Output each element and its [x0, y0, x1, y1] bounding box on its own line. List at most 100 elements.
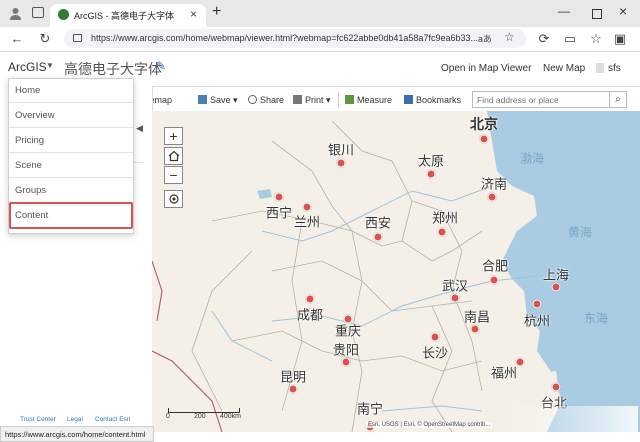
share-label: Share: [260, 95, 285, 105]
trust-center-link[interactable]: Trust Center: [20, 416, 56, 423]
city-label-xining: 西宁: [265, 206, 293, 222]
city-label-changsha: 长沙: [421, 346, 449, 362]
locate-button[interactable]: [164, 190, 183, 208]
collections-icon[interactable]: ▣: [612, 29, 628, 49]
url-text: https://www.arcgis.com/home/webmap/viewe…: [91, 33, 478, 43]
city-label-chengdu: 成都: [296, 308, 324, 324]
tab-close-icon[interactable]: ×: [190, 7, 197, 21]
search-input[interactable]: [472, 91, 610, 108]
city-dot-guiyang: [341, 357, 351, 367]
avatar[interactable]: [596, 63, 604, 73]
city-dot-taiyuan: [426, 169, 436, 179]
chevron-down-icon[interactable]: ▼: [46, 61, 54, 70]
user-name[interactable]: sfs: [608, 63, 621, 74]
city-dot-beijing: [479, 134, 489, 144]
toolbar-divider: [338, 93, 339, 107]
bookmarks-button[interactable]: Bookmarks: [404, 92, 461, 108]
menu-item-home[interactable]: Home: [9, 79, 133, 103]
arcgis-favicon-icon: [58, 9, 69, 20]
favorites-bar-icon[interactable]: ☆: [588, 29, 604, 49]
city-dot-xian: [373, 232, 383, 242]
save-button[interactable]: Save ▾: [198, 92, 238, 108]
open-in-map-viewer-link[interactable]: Open in Map Viewer: [441, 63, 531, 74]
contact-esri-link[interactable]: Contact Esri: [95, 416, 130, 423]
city-label-beijing: 北京: [470, 117, 498, 133]
home-icon: [168, 150, 179, 162]
bookmarks-label: Bookmarks: [416, 95, 462, 105]
tab-actions-icon[interactable]: [32, 7, 44, 18]
city-label-shanghai: 上海: [542, 268, 570, 284]
bookmarks-icon: [404, 95, 413, 104]
save-icon: [198, 95, 207, 104]
share-button[interactable]: Share: [248, 92, 284, 108]
city-label-nanning: 南宁: [356, 402, 384, 418]
menu-item-scene[interactable]: Scene: [9, 154, 133, 178]
zoom-out-button[interactable]: −: [164, 166, 183, 184]
url-field[interactable]: https://www.arcgis.com/home/webmap/viewe…: [64, 29, 526, 48]
city-label-hefei: 合肥: [481, 259, 509, 275]
address-bar: ← ↻ https://www.arcgis.com/home/webmap/v…: [0, 27, 640, 52]
tab-title: ArcGIS - 高德电子大字体: [74, 11, 175, 21]
qinghai-lake: [257, 189, 272, 199]
favorite-icon[interactable]: ☆: [504, 30, 515, 44]
measure-button[interactable]: Measure: [345, 92, 392, 108]
map-title: 高德电子大字体: [64, 62, 162, 78]
city-label-zhengzhou: 郑州: [431, 211, 459, 227]
home-button[interactable]: [164, 147, 183, 165]
map-view[interactable]: 渤海 黄海 东海 北京 银川 太原 济南 西宁 兰州 西安 郑州 合肥 上海 武…: [152, 111, 640, 432]
city-label-chongqing: 重庆: [334, 324, 362, 340]
back-icon[interactable]: ←: [8, 29, 26, 49]
map-attribution: Esri, USGS | Esri, © OpenStreetMap contr…: [366, 422, 493, 428]
city-dot-jinan: [487, 192, 497, 202]
refresh-icon[interactable]: ↻: [36, 29, 54, 49]
search-icon[interactable]: ⌕: [610, 91, 627, 108]
locate-icon: [168, 194, 179, 204]
scale-label-400: 400km: [220, 413, 242, 420]
measure-icon: [345, 95, 354, 104]
city-dot-kunming: [288, 384, 298, 394]
city-label-wuhan: 武汉: [441, 279, 469, 295]
new-map-link[interactable]: New Map: [543, 63, 585, 74]
read-aloud-icon[interactable]: aあ: [478, 32, 492, 45]
browser-tab-bar: ArcGIS - 高德电子大字体 × + — ×: [0, 0, 640, 27]
city-label-yinchuan: 银川: [327, 143, 355, 159]
edit-title-icon[interactable]: ✎: [156, 59, 166, 73]
zoom-in-button[interactable]: +: [164, 127, 183, 145]
city-label-guiyang: 贵阳: [332, 343, 360, 359]
print-label: Print: [305, 95, 324, 105]
sea-label-bohai: 渤海: [519, 151, 545, 166]
print-icon: [293, 95, 302, 104]
maximize-icon[interactable]: [592, 9, 602, 19]
lock-icon: [73, 34, 82, 42]
new-tab-icon[interactable]: +: [212, 3, 221, 21]
menu-item-overview[interactable]: Overview: [9, 104, 133, 128]
city-dot-wuhan: [450, 293, 460, 303]
profile-icon[interactable]: [8, 6, 23, 21]
city-label-kunming: 昆明: [279, 370, 307, 386]
city-label-taiyuan: 太原: [417, 154, 445, 170]
extensions-icon[interactable]: ⟳: [536, 29, 552, 49]
split-screen-icon[interactable]: ▭: [562, 29, 578, 49]
city-dot-nanchang: [470, 324, 480, 334]
scale-label-200: 200: [194, 413, 206, 420]
minimize-icon[interactable]: —: [558, 4, 570, 18]
content-highlight-box: [9, 202, 133, 229]
arcgis-logo[interactable]: ArcGIS: [8, 60, 47, 74]
menu-item-groups[interactable]: Groups: [9, 179, 133, 203]
city-label-nanchang: 南昌: [463, 310, 491, 326]
city-dot-lanzhou: [302, 202, 312, 212]
sea-label-huanghai: 黄海: [567, 225, 593, 240]
scale-label-0: 0: [166, 413, 170, 420]
map-toolbar: Basemap Save ▾ Share Print ▾ Measure Boo…: [134, 89, 640, 111]
print-button[interactable]: Print ▾: [293, 92, 331, 108]
city-dot-chengdu: [305, 294, 315, 304]
collapse-panel-icon[interactable]: ◀: [136, 123, 143, 134]
menu-item-pricing[interactable]: Pricing: [9, 129, 133, 153]
browser-tab[interactable]: ArcGIS - 高德电子大字体 ×: [50, 4, 206, 27]
share-icon: [248, 95, 257, 104]
close-window-icon[interactable]: ×: [619, 3, 627, 19]
legal-link[interactable]: Legal: [67, 416, 83, 423]
city-dot-zhengzhou: [437, 227, 447, 237]
watermark-logo: [508, 406, 638, 432]
city-dot-hefei: [489, 275, 499, 285]
